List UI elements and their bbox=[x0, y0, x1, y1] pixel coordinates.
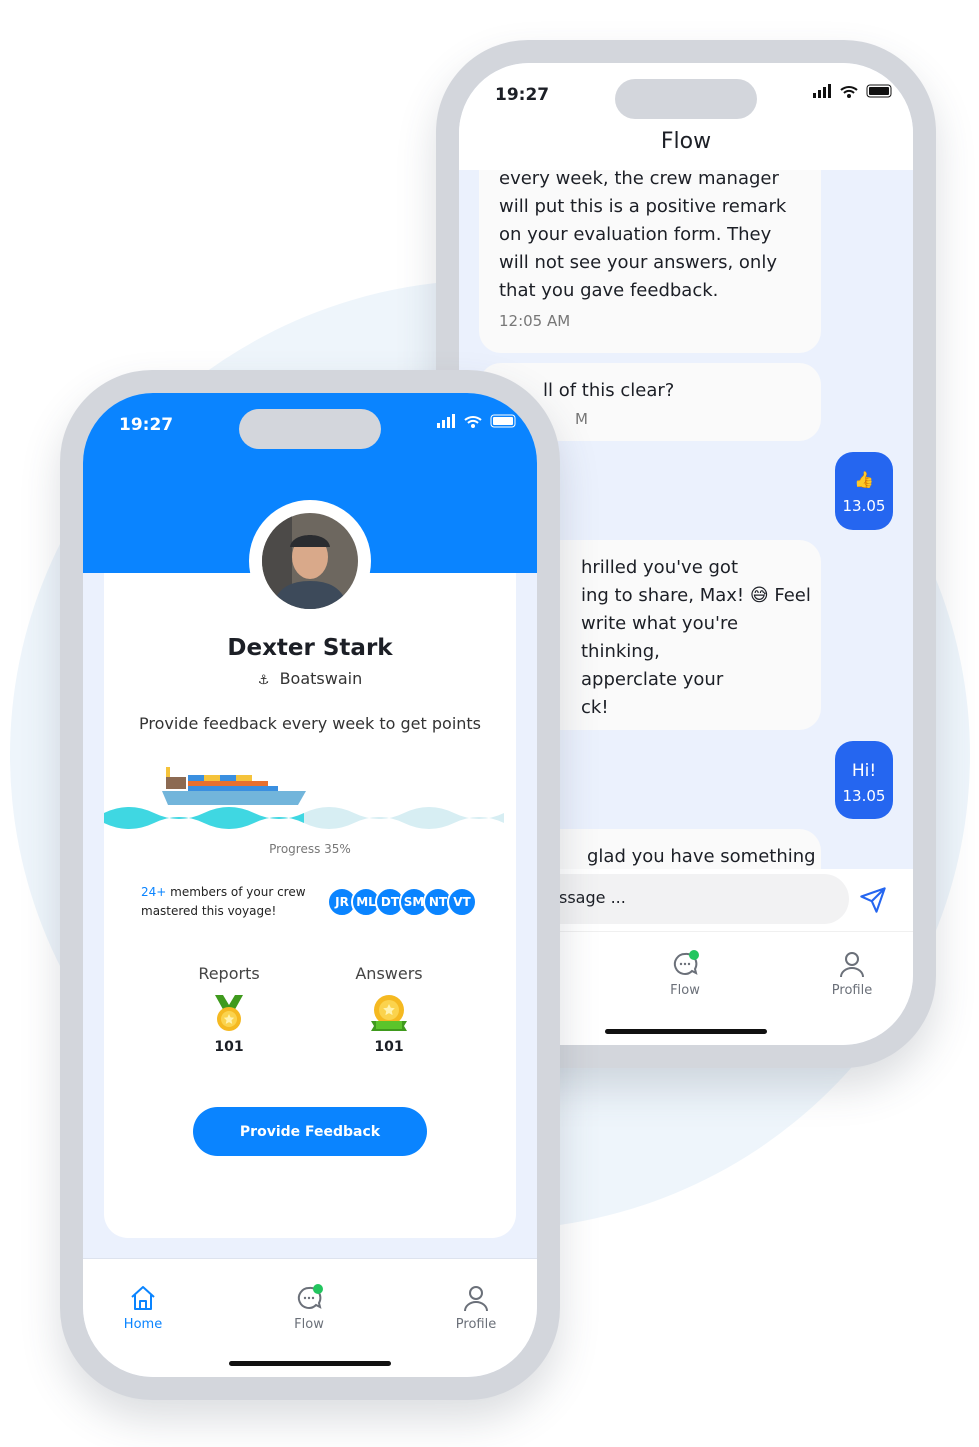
bottom-nav: Home Flow Profile bbox=[83, 1258, 537, 1377]
message-line: write what you're thinking, bbox=[581, 613, 739, 662]
nav-profile[interactable]: Profile bbox=[446, 1283, 506, 1332]
home-screen: 19:27 Dexter Stark ⚓ Boatswain Provide f… bbox=[83, 393, 537, 1377]
message-line: ck! bbox=[581, 697, 609, 718]
status-time: 19:27 bbox=[495, 85, 550, 105]
message-text: glad you have something bbox=[587, 846, 816, 867]
chat-header: 19:27 Flow bbox=[459, 63, 913, 170]
nav-label: Profile bbox=[831, 983, 873, 998]
nav-label: Home bbox=[123, 1317, 163, 1332]
nav-label: Flow bbox=[294, 1317, 324, 1332]
nav-profile[interactable]: Profile bbox=[822, 949, 882, 998]
stat-label: Answers bbox=[355, 964, 423, 983]
nav-flow[interactable]: Flow bbox=[279, 1283, 339, 1332]
provide-feedback-button[interactable]: Provide Feedback bbox=[193, 1107, 427, 1156]
avatar bbox=[249, 500, 371, 622]
nav-label: Flow bbox=[670, 983, 700, 998]
crew-avatars: JR ML DT SM NT VT bbox=[327, 887, 477, 917]
medal-icon bbox=[215, 995, 243, 1031]
message-text: every week, the crew manager will put th… bbox=[499, 168, 787, 301]
status-time: 19:27 bbox=[119, 415, 174, 435]
message-text: Hi! bbox=[851, 761, 877, 781]
chat-icon bbox=[673, 950, 699, 975]
progress-label: Progress 35% bbox=[269, 842, 351, 856]
award-icon bbox=[371, 995, 407, 1031]
crew-count: 24+ bbox=[141, 885, 167, 899]
home-icon bbox=[131, 1286, 155, 1310]
message-text: ll of this clear? bbox=[543, 380, 675, 401]
ship-progress-illustration bbox=[104, 767, 504, 829]
my-message-bubble: Hi! 13.05 bbox=[835, 741, 893, 819]
stat-reports: Reports 101 bbox=[179, 964, 279, 1055]
feedback-prompt: Provide feedback every week to get point… bbox=[138, 714, 482, 733]
front-phone: 19:27 Dexter Stark ⚓ Boatswain Provide f… bbox=[60, 370, 560, 1400]
nav-label: Profile bbox=[455, 1317, 497, 1332]
home-indicator bbox=[605, 1029, 767, 1034]
chat-icon bbox=[297, 1284, 323, 1309]
crew-text: mastered this voyage! bbox=[141, 904, 277, 918]
status-icons bbox=[813, 84, 892, 98]
chat-title: Flow bbox=[660, 129, 712, 154]
user-icon bbox=[840, 952, 864, 978]
user-icon bbox=[464, 1286, 488, 1312]
dynamic-island bbox=[615, 79, 757, 119]
message-time: M bbox=[575, 410, 588, 428]
message-time: 13.05 bbox=[842, 497, 886, 515]
nav-flow[interactable]: Flow bbox=[655, 949, 715, 998]
thumbs-up-icon: 👍 bbox=[854, 470, 874, 489]
user-role: ⚓ Boatswain bbox=[83, 669, 537, 688]
dynamic-island bbox=[239, 409, 381, 449]
stat-label: Reports bbox=[198, 964, 260, 983]
send-icon[interactable] bbox=[859, 886, 887, 914]
stat-value: 101 bbox=[374, 1039, 404, 1055]
message-time: 13.05 bbox=[842, 787, 886, 805]
message-line: apperclate your bbox=[581, 669, 724, 690]
stat-value: 101 bbox=[214, 1039, 244, 1055]
user-name: Dexter Stark bbox=[227, 635, 393, 661]
crew-stats: 24+ members of your crew mastered this vo… bbox=[141, 883, 306, 921]
crew-text: members of your crew bbox=[166, 885, 306, 899]
stat-answers: Answers 101 bbox=[339, 964, 439, 1055]
my-message-bubble: 👍 13.05 bbox=[835, 452, 893, 530]
captain-icon: ⚓ bbox=[257, 673, 270, 688]
message-line: hrilled you've got bbox=[581, 557, 738, 578]
message-time: 12:05 AM bbox=[499, 312, 571, 330]
home-indicator bbox=[229, 1361, 391, 1366]
message-line: ing to share, Max! 😅 Feel bbox=[581, 585, 811, 606]
crew-avatar: VT bbox=[447, 887, 477, 917]
role-text: Boatswain bbox=[279, 669, 363, 688]
status-icons bbox=[437, 414, 516, 428]
message-bubble: every week, the crew manager will put th… bbox=[479, 143, 821, 353]
nav-home[interactable]: Home bbox=[113, 1283, 173, 1332]
